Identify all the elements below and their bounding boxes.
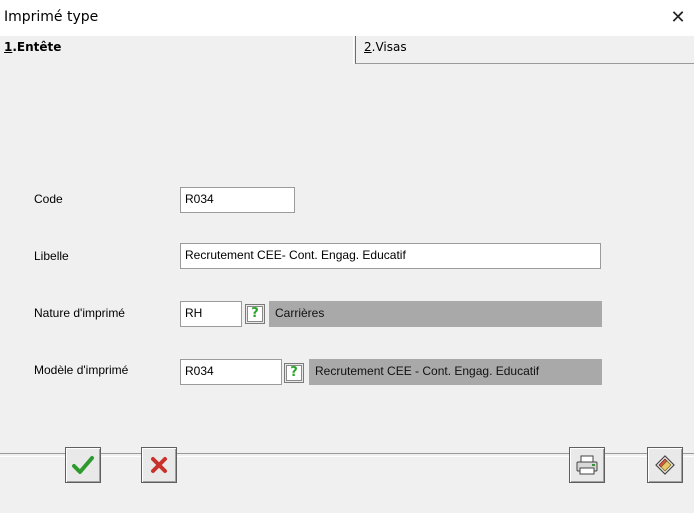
printer-icon [576,455,598,475]
dialog-body: 1.Entête 2.Visas Code R034 Libelle Recru… [0,36,694,513]
modele-description: Recrutement CEE - Cont. Engag. Educatif [309,359,602,385]
print-button[interactable] [569,447,605,483]
erase-button[interactable] [647,447,683,483]
checkmark-icon [72,456,94,474]
tab-visas-key: 2 [364,40,372,54]
tab-entete[interactable]: 1.Entête [0,36,355,64]
title-bar: Imprimé type ✕ [0,0,694,36]
code-label: Code [34,192,63,206]
close-icon[interactable]: ✕ [668,8,688,28]
nature-description: Carrières [269,301,602,327]
x-icon [151,457,167,473]
question-icon: ? [286,365,302,381]
code-input[interactable]: R034 [180,187,295,213]
tab-visas-label: Visas [375,40,407,54]
modele-help-button[interactable]: ? [284,363,304,383]
question-icon: ? [247,306,263,322]
modele-label: Modèle d'imprimé [34,363,129,377]
nature-help-button[interactable]: ? [245,304,265,324]
libelle-input[interactable]: Recrutement CEE- Cont. Engag. Educatif [180,243,601,269]
nature-code-input[interactable]: RH [180,301,242,327]
cancel-button[interactable] [141,447,177,483]
tab-visas[interactable]: 2.Visas [353,36,694,64]
window-title: Imprimé type [4,9,99,25]
libelle-label: Libelle [34,249,69,263]
tab-strip: 1.Entête 2.Visas [0,36,694,66]
modele-code-input[interactable]: R034 [180,359,282,385]
ok-button[interactable] [65,447,101,483]
tab-entete-label: Entête [16,40,62,54]
eraser-icon [655,455,675,475]
nature-label: Nature d'imprimé [34,306,125,320]
